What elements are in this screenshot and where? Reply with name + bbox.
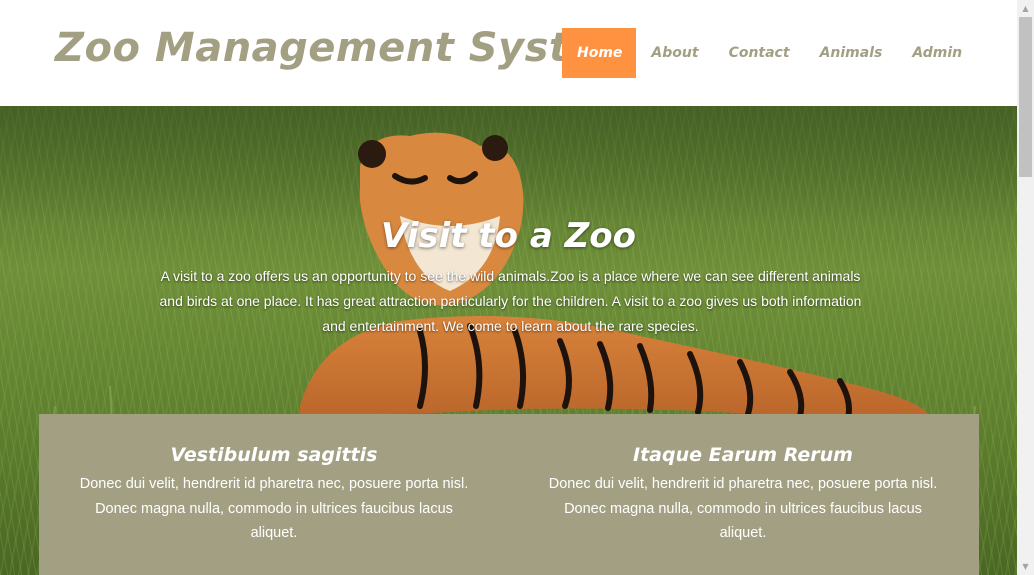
scrollbar-thumb[interactable] [1019,17,1032,177]
feature-text: Donec dui velit, hendrerit id pharetra n… [548,476,938,541]
feature-title: Itaque Earum Rerum [633,444,853,466]
site-logo-text[interactable]: Zoo Management System [55,25,638,71]
hero-description: A visit to a zoo offers us an opportunit… [159,268,862,334]
main-nav: Home About Contact Animals Admin [562,28,977,78]
feature-card: Vestibulum sagittis Donec dui velit, hen… [64,444,484,546]
chevron-down-icon[interactable]: ▼ [1017,558,1034,575]
hero-title: Visit to a Zoo [381,216,636,256]
site-header: Zoo Management System Home About Contact… [0,0,1017,106]
nav-item-home[interactable]: Home [562,28,637,78]
vertical-scrollbar[interactable]: ▲ ▼ [1017,0,1034,575]
feature-title: Vestibulum sagittis [170,444,378,466]
feature-card: Itaque Earum Rerum Donec dui velit, hend… [533,444,953,546]
chevron-up-icon[interactable]: ▲ [1017,0,1034,17]
page: Zoo Management System Home About Contact… [0,0,1034,575]
feature-text: Donec dui velit, hendrerit id pharetra n… [79,476,469,541]
nav-item-animals[interactable]: Animals [805,28,898,78]
nav-item-contact[interactable]: Contact [714,28,805,78]
nav-item-about[interactable]: About [636,28,713,78]
features-panel: Vestibulum sagittis Donec dui velit, hen… [39,414,979,575]
nav-item-admin[interactable]: Admin [897,28,977,78]
